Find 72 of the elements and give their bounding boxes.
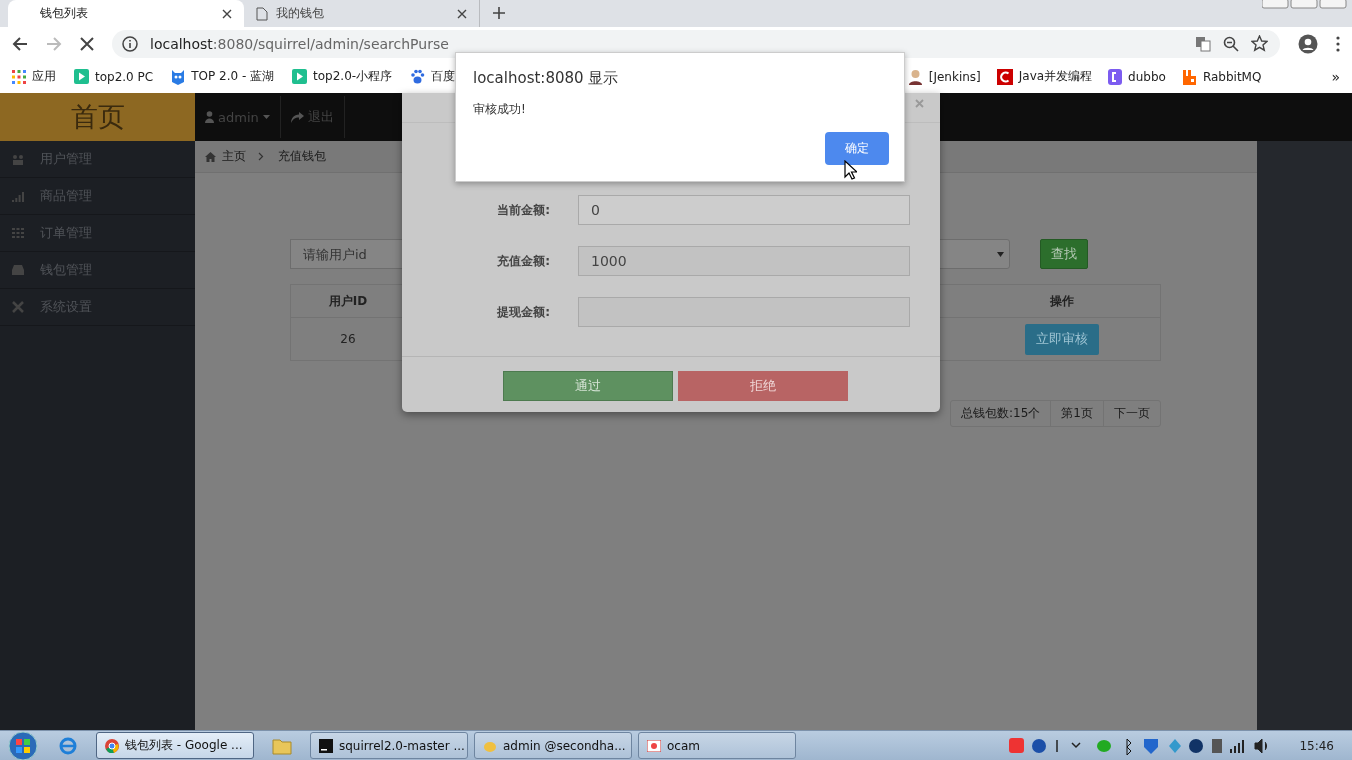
zoom-icon[interactable]	[1223, 35, 1239, 52]
bookmark[interactable]: dubbo	[1108, 68, 1166, 85]
amount-field[interactable]: 0	[578, 195, 910, 225]
amount-field[interactable]: 1000	[578, 246, 910, 276]
stop-icon[interactable]	[80, 36, 94, 51]
bookmark[interactable]: top2.0-小程序	[292, 68, 393, 85]
alert-message: 审核成功!	[473, 101, 527, 118]
taskbar-button[interactable]: ocam	[638, 732, 796, 759]
users-icon	[12, 153, 24, 165]
search-button[interactable]: 查找	[1040, 239, 1088, 269]
amount-field[interactable]	[578, 297, 910, 327]
menu-icon[interactable]	[1336, 35, 1340, 52]
bookmark[interactable]: top2.0 PC	[74, 68, 154, 85]
breadcrumb-link[interactable]: 主页	[222, 148, 246, 165]
url-text: localhost:8080/squirrel/admin/searchPurse	[150, 35, 449, 52]
new-tab-icon[interactable]	[492, 6, 506, 20]
chrome-icon	[105, 738, 119, 753]
close-icon[interactable]	[222, 8, 232, 19]
bookmark[interactable]: RabbitMQ	[1181, 68, 1262, 85]
browser-tab[interactable]: 我的钱包	[244, 0, 480, 27]
browser-tab[interactable]: 钱包列表	[8, 0, 244, 27]
play-icon	[292, 69, 308, 84]
more-bookmarks[interactable]: »	[1331, 68, 1340, 85]
field-label: 当前金额:	[496, 201, 550, 219]
info-icon	[122, 35, 138, 52]
user-icon	[205, 111, 214, 123]
clock[interactable]: 15:46	[1285, 738, 1352, 753]
rabbit-icon	[1181, 68, 1197, 85]
field-label: 充值金额:	[496, 252, 550, 270]
table-cell-text: 26	[339, 332, 357, 346]
paw-icon	[410, 69, 426, 84]
bookmark[interactable]: 应用	[12, 68, 56, 85]
caret-icon	[262, 115, 270, 119]
bracket-icon	[1108, 68, 1123, 85]
column-header: 用户ID	[327, 292, 369, 310]
page-link[interactable]: 第1页	[1050, 401, 1103, 426]
caret-icon	[997, 251, 1004, 257]
bookmark[interactable]: 百度	[410, 68, 456, 85]
star-icon[interactable]	[1251, 35, 1268, 52]
page-icon	[256, 6, 268, 21]
person-icon	[907, 68, 923, 85]
apps-icon	[12, 69, 26, 84]
settings-icon	[12, 301, 24, 313]
taskbar-button[interactable]: squirrel2.0-master ...	[310, 732, 468, 759]
bookmark[interactable]: TOP 2.0 - 蓝湖	[171, 68, 275, 85]
bars-icon	[12, 190, 24, 202]
profile-icon[interactable]	[1298, 33, 1318, 54]
bird-icon	[171, 68, 186, 85]
taskbar-button[interactable]: admin @secondha...	[474, 732, 632, 759]
start-icon[interactable]	[6, 730, 40, 760]
ocam-icon	[647, 739, 661, 752]
share-icon	[290, 111, 304, 123]
grid-icon	[12, 228, 24, 238]
back-icon[interactable]	[12, 35, 28, 52]
column-header: 操作	[1049, 292, 1075, 310]
alert-title: localhost:8080 显示	[473, 69, 620, 88]
ide-icon	[319, 738, 333, 753]
close-icon[interactable]	[457, 8, 467, 19]
chevron-icon	[258, 152, 264, 161]
bookmark[interactable]: Java并发编程	[996, 68, 1093, 85]
inbox-icon	[12, 265, 24, 275]
taskbar-button[interactable]: 钱包列表 - Google ...	[96, 732, 254, 759]
home-icon	[205, 151, 216, 162]
play-icon	[74, 69, 89, 84]
address-bar[interactable]: localhost:8080/squirrel/admin/searchPurse	[112, 29, 1280, 58]
translate-icon[interactable]	[1195, 35, 1211, 52]
field-label: 提现金额:	[496, 303, 550, 321]
c-logo-icon	[996, 68, 1013, 85]
bookmark[interactable]: [Jenkins]	[907, 68, 981, 85]
page-link[interactable]: 下一页	[1103, 401, 1160, 426]
total-count: 总钱包数:15个	[960, 405, 1042, 422]
breadcrumb-current: 充值钱包	[278, 148, 326, 165]
